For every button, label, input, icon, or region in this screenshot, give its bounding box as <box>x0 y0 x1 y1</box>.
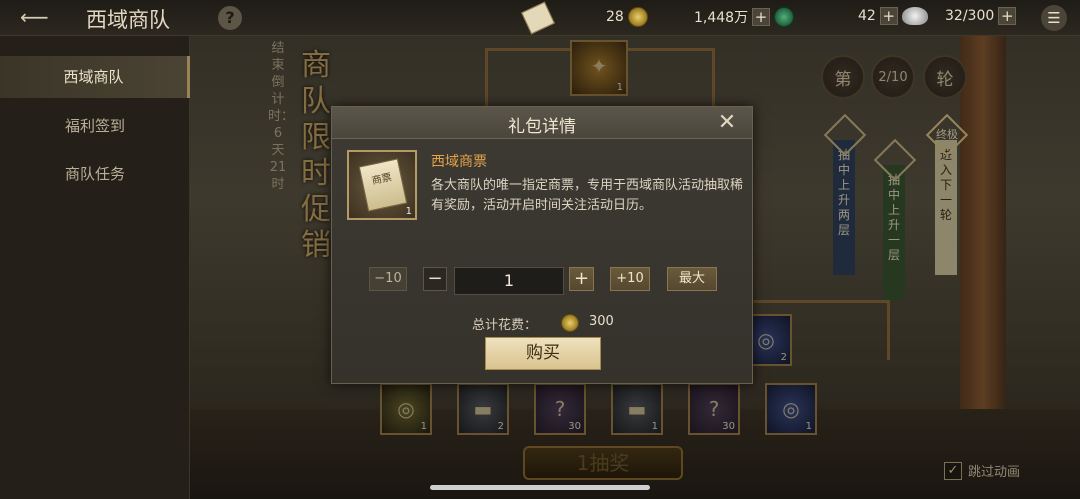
menu-icon[interactable]: ☰ <box>1041 5 1067 31</box>
help-icon[interactable]: ? <box>218 6 242 30</box>
close-icon[interactable]: ✕ <box>714 110 740 136</box>
back-arrow-icon[interactable]: ⟵ <box>20 7 68 27</box>
cost-label: 总计花费： <box>472 318 538 333</box>
silver-count: 42 <box>858 8 876 24</box>
silver-icon <box>901 7 928 25</box>
capacity-count: 32/300 <box>945 8 995 24</box>
ticket-icon <box>521 1 555 35</box>
top-bar: ⟵ 西域商队 ? 28 1,448万 + 42 + 32/300 + ☰ <box>0 0 1080 36</box>
plus-button[interactable]: + <box>569 267 594 291</box>
coin-count: 28 <box>606 9 624 25</box>
capacity-resource: 32/300 + <box>945 7 1017 25</box>
plus-ten-button[interactable]: +10 <box>610 267 650 291</box>
sidebar-item-checkin[interactable]: 福利签到 <box>0 105 190 147</box>
total-cost: 总计花费： 300 <box>332 313 752 333</box>
sidebar: 西域商队 福利签到 商队任务 <box>0 36 190 499</box>
minus-ten-button[interactable]: −10 <box>369 267 407 291</box>
home-indicator <box>430 485 650 490</box>
item-quantity: 1 <box>405 206 412 217</box>
sidebar-item-tasks[interactable]: 商队任务 <box>0 153 190 195</box>
game-screen: 结束倒计时：6天21时 商队限时促销 ✦ 1 ◎ 2 ◎ 1 ▬ 2? 30 ▬ 1? 30 ◎… <box>0 0 1080 499</box>
item-name: 西域商票 <box>431 154 487 170</box>
dialog-title: 礼包详情 <box>508 117 576 137</box>
cost-value: 300 <box>589 314 614 329</box>
jade-icon <box>774 7 795 27</box>
jade-count: 1,448万 <box>694 10 749 26</box>
max-button[interactable]: 最大 <box>667 267 717 291</box>
coin-icon <box>627 7 648 27</box>
trade-ticket-icon: 商票 <box>358 158 408 212</box>
jade-resource: 1,448万 + <box>694 7 795 27</box>
coin-resource: 28 <box>606 7 648 27</box>
buy-button[interactable]: 购买 <box>485 337 601 370</box>
add-silver-button[interactable]: + <box>879 7 898 25</box>
quantity-input[interactable]: 1 <box>454 267 564 295</box>
quantity-stepper: −10 − 1 + +10 最大 <box>332 267 752 295</box>
item-description: 各大商队的唯一指定商票，专用于西域商队活动抽取稀有奖励，活动开启时间关注活动日历… <box>431 178 744 213</box>
minus-button[interactable]: − <box>423 267 447 291</box>
page-title: 西域商队 <box>86 8 170 32</box>
add-capacity-button[interactable]: + <box>998 7 1017 25</box>
gift-detail-dialog: 礼包详情 ✕ 商票 1 西域商票 各大商队的唯一指定商票，专用于西域商队活动抽取… <box>331 106 753 384</box>
add-jade-button[interactable]: + <box>752 8 771 26</box>
coin-icon <box>561 314 579 332</box>
sidebar-item-caravan[interactable]: 西域商队 <box>0 56 190 98</box>
silver-resource: 42 + <box>858 7 928 25</box>
dialog-header: 礼包详情 ✕ <box>332 107 752 139</box>
item-slot: 商票 1 <box>347 150 417 220</box>
